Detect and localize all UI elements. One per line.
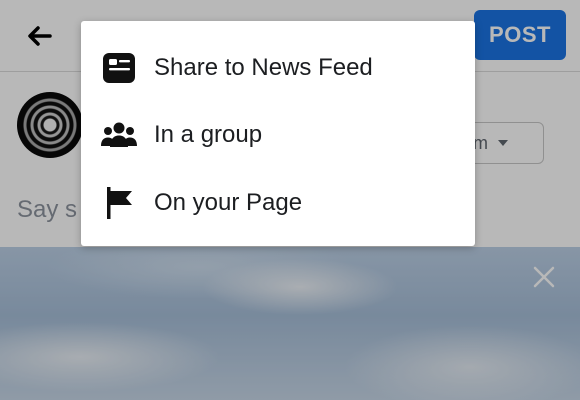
- group-icon: [101, 117, 137, 153]
- menu-item-label: Share to News Feed: [154, 54, 373, 81]
- menu-item-group[interactable]: In a group: [81, 102, 475, 168]
- menu-item-news-feed[interactable]: Share to News Feed: [81, 35, 475, 101]
- share-destination-menu: Share to News Feed In a group On your Pa…: [81, 21, 475, 246]
- menu-item-label: On your Page: [154, 189, 303, 216]
- menu-item-label: In a group: [154, 121, 263, 148]
- flag-icon: [101, 185, 137, 221]
- news-feed-icon: [101, 50, 137, 86]
- menu-item-page[interactable]: On your Page: [81, 170, 475, 236]
